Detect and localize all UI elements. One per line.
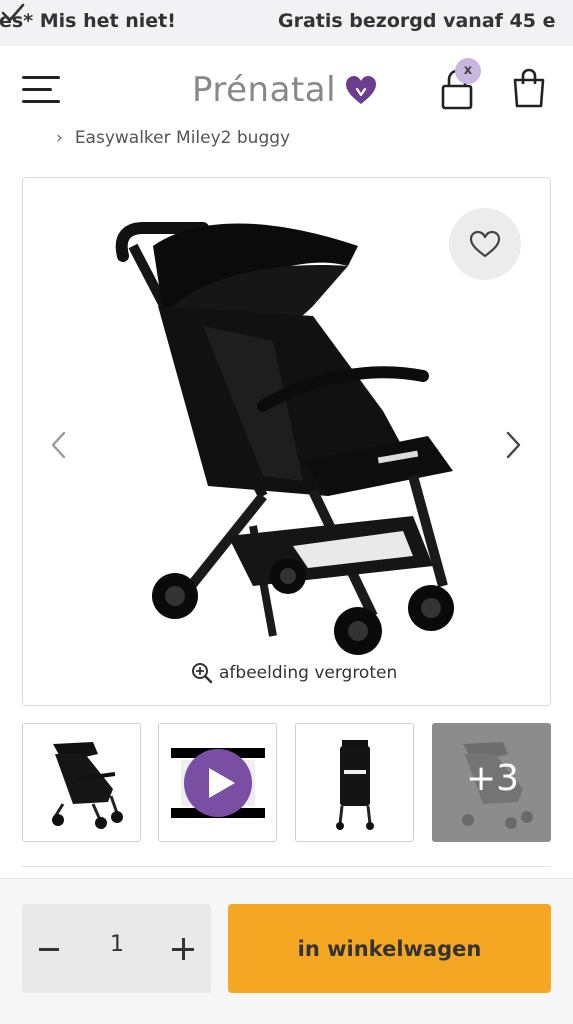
promo-text-right: Gratis bezorgd vanaf 45 e: [278, 10, 556, 32]
heart-outline-icon: [469, 230, 501, 258]
quantity-stepper: 1: [22, 904, 211, 993]
breadcrumb-current[interactable]: Easywalker Miley2 buggy: [75, 128, 290, 148]
chevron-left-icon[interactable]: [49, 430, 67, 460]
plus-icon[interactable]: [168, 934, 198, 964]
more-images-count: +3: [465, 758, 520, 799]
divider: [22, 866, 551, 867]
play-icon[interactable]: [159, 724, 277, 842]
breadcrumb: › Easywalker Miley2 buggy: [56, 128, 290, 148]
zoom-in-icon: [192, 663, 213, 684]
zoom-link[interactable]: afbeelding vergroten: [191, 662, 397, 684]
menu-icon[interactable]: [22, 76, 62, 104]
quantity-value[interactable]: 1: [92, 932, 142, 957]
brand-heart-icon: [346, 76, 377, 104]
thumbnail-video[interactable]: [158, 723, 277, 842]
minus-icon[interactable]: [36, 934, 66, 964]
thumbnail-image: [51, 742, 123, 829]
thumbnail-3[interactable]: [295, 723, 414, 842]
product-image[interactable]: [113, 196, 473, 666]
zoom-label: afbeelding vergroten: [219, 663, 398, 683]
add-to-cart-button[interactable]: in winkelwagen: [228, 904, 551, 993]
thumbnail-more[interactable]: +3: [432, 723, 551, 842]
promo-text-left: es* Mis het niet!: [0, 10, 176, 32]
thumbnail-1[interactable]: [22, 723, 141, 842]
brand-logo[interactable]: Prénatal: [192, 68, 378, 112]
product-gallery[interactable]: afbeelding vergroten: [22, 177, 551, 706]
promo-bar: es* Mis het niet! Gratis bezorgd vanaf 4…: [0, 0, 573, 46]
chevron-right-icon[interactable]: [505, 430, 523, 460]
thumbnail-image: [336, 740, 374, 830]
wishlist-button[interactable]: [449, 208, 521, 280]
site-header: Prénatal x: [0, 46, 573, 132]
account-badge[interactable]: x: [455, 58, 481, 84]
purchase-bar: 1 in winkelwagen: [0, 878, 573, 1024]
shopping-bag-icon[interactable]: [510, 66, 548, 110]
breadcrumb-separator: ›: [56, 128, 63, 148]
logo-text: Prénatal: [192, 70, 337, 110]
